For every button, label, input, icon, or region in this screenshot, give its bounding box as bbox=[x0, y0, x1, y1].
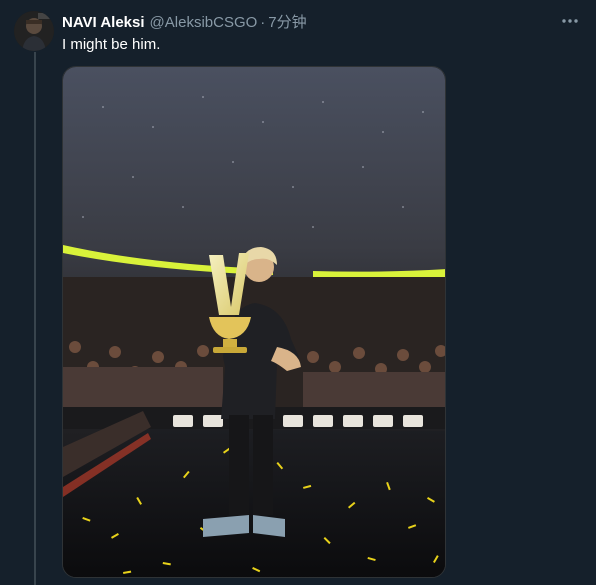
display-name[interactable]: NAVI Aleksi bbox=[62, 13, 145, 33]
tweet-text: I might be him. bbox=[62, 36, 161, 53]
user-handle[interactable]: @AleksibCSGO bbox=[150, 13, 258, 33]
tweet[interactable]: NAVI Aleksi @AleksibCSGO · 7分钟 I might b… bbox=[0, 0, 596, 585]
photo-image bbox=[63, 67, 445, 577]
avatar[interactable] bbox=[14, 11, 54, 51]
tweet-header: NAVI Aleksi @AleksibCSGO · 7分钟 bbox=[62, 13, 307, 33]
tweet-photo[interactable] bbox=[62, 66, 446, 578]
thread-line bbox=[34, 52, 36, 585]
ellipsis-icon bbox=[562, 19, 578, 23]
avatar-image bbox=[14, 11, 54, 51]
separator: · bbox=[260, 14, 266, 31]
more-options-button[interactable] bbox=[556, 8, 584, 34]
timestamp[interactable]: 7分钟 bbox=[268, 13, 306, 33]
